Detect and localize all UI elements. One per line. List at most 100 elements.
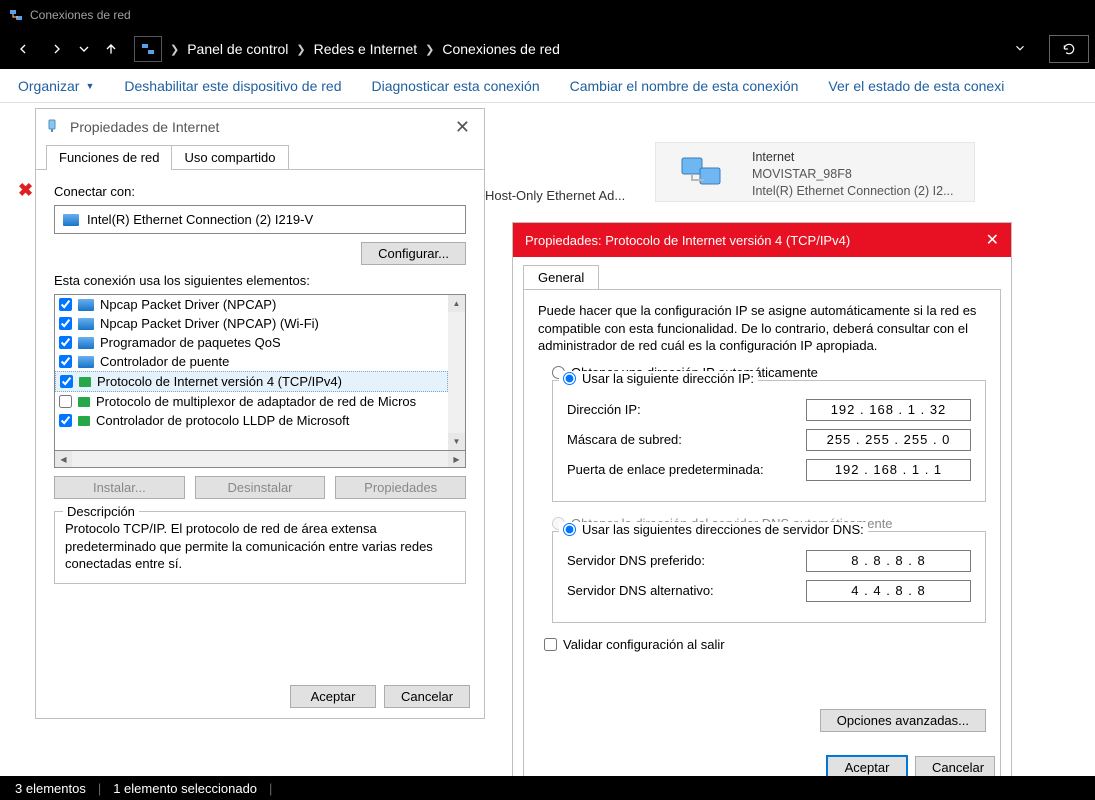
status-item-count: 3 elementos <box>15 781 86 796</box>
list-item: Npcap Packet Driver (NPCAP) (Wi-Fi) <box>55 314 448 333</box>
cmd-organize[interactable]: Organizar▼ <box>18 78 94 94</box>
tab-general[interactable]: General <box>523 265 599 289</box>
status-separator: | <box>269 781 272 796</box>
list-item: Controlador de protocolo LLDP de Microso… <box>55 411 448 430</box>
forward-button[interactable] <box>42 34 72 64</box>
scroll-down-icon[interactable]: ▼ <box>448 433 465 450</box>
checkbox[interactable] <box>59 395 72 408</box>
up-button[interactable] <box>96 34 126 64</box>
refresh-button[interactable] <box>1049 35 1089 63</box>
breadcrumb: ❯ Panel de control ❯ Redes e Internet ❯ … <box>162 41 1013 57</box>
list-item: Programador de paquetes QoS <box>55 333 448 352</box>
network-item-name: Internet <box>752 149 953 166</box>
radio-input[interactable] <box>563 523 576 536</box>
window-title-bar: Conexiones de red <box>0 0 1095 29</box>
chevron-right-icon: ❯ <box>296 43 305 56</box>
validate-on-exit[interactable]: Validar configuración al salir <box>544 637 986 652</box>
properties-button[interactable]: Propiedades <box>335 476 466 499</box>
bc-dropdown[interactable] <box>1013 41 1027 58</box>
adapter-display: Intel(R) Ethernet Connection (2) I219-V <box>54 205 466 234</box>
adapter-name: Intel(R) Ethernet Connection (2) I219-V <box>87 212 313 227</box>
ipv4-help-text: Puede hacer que la configuración IP se a… <box>538 302 986 355</box>
ok-button[interactable]: Aceptar <box>290 685 376 708</box>
network-conn-icon <box>8 7 24 23</box>
gateway-field[interactable]: 192 . 168 . 1 . 1 <box>806 459 971 481</box>
checkbox[interactable] <box>59 317 72 330</box>
status-bar: 3 elementos | 1 elemento seleccionado | <box>0 776 1095 800</box>
radio-input[interactable] <box>563 372 576 385</box>
list-item: Protocolo de multiplexor de adaptador de… <box>55 392 448 411</box>
cancel-button[interactable]: Cancelar <box>384 685 470 708</box>
gateway-label: Puerta de enlace predeterminada: <box>567 462 806 477</box>
components-listbox[interactable]: Npcap Packet Driver (NPCAP) Npcap Packet… <box>54 294 466 451</box>
back-button[interactable] <box>8 34 38 64</box>
checkbox[interactable] <box>59 298 72 311</box>
ip-manual-group: Usar la siguiente dirección IP: Direcció… <box>552 380 986 502</box>
window-title: Conexiones de red <box>30 8 131 22</box>
tab-network-functions[interactable]: Funciones de red <box>46 145 172 169</box>
uses-elements-label: Esta conexión usa los siguientes element… <box>54 273 466 288</box>
network-item-info: Internet MOVISTAR_98F8 Intel(R) Ethernet… <box>746 143 959 201</box>
horizontal-scrollbar[interactable]: ◀ ▶ <box>54 451 466 468</box>
driver-icon <box>78 318 94 330</box>
network-adapter-icon <box>656 143 746 201</box>
protocol-icon <box>79 377 91 387</box>
dns-alternate-field[interactable]: 4 . 4 . 8 . 8 <box>806 580 971 602</box>
radio-dns-manual[interactable]: Usar las siguientes direcciones de servi… <box>563 522 864 537</box>
subnet-mask-field[interactable]: 255 . 255 . 255 . 0 <box>806 429 971 451</box>
radio-ip-manual[interactable]: Usar la siguiente dirección IP: <box>563 371 754 386</box>
description-text: Protocolo TCP/IP. El protocolo de red de… <box>65 520 455 573</box>
cmd-disable-device[interactable]: Deshabilitar este dispositivo de red <box>124 78 341 94</box>
breadcrumb-root-icon[interactable] <box>134 36 162 62</box>
list-item: Npcap Packet Driver (NPCAP) <box>55 295 448 314</box>
description-legend: Descripción <box>63 504 139 519</box>
ip-address-label: Dirección IP: <box>567 402 806 417</box>
scroll-left-icon[interactable]: ◀ <box>55 451 72 467</box>
cmd-diagnose[interactable]: Diagnosticar esta conexión <box>372 78 540 94</box>
checkbox[interactable] <box>60 375 73 388</box>
checkbox[interactable] <box>59 414 72 427</box>
close-button[interactable]: ✕ <box>451 113 474 142</box>
dialog1-title: Propiedades de Internet <box>70 119 219 135</box>
dns-manual-group: Usar las siguientes direcciones de servi… <box>552 531 986 623</box>
chevron-right-icon: ❯ <box>170 43 179 56</box>
dialog-ipv4-properties: Propiedades: Protocolo de Internet versi… <box>512 222 1012 792</box>
description-group: Descripción Protocolo TCP/IP. El protoco… <box>54 511 466 584</box>
dialog1-title-bar: Propiedades de Internet ✕ <box>36 109 484 145</box>
scroll-right-icon[interactable]: ▶ <box>448 451 465 467</box>
nav-bar: ❯ Panel de control ❯ Redes e Internet ❯ … <box>0 29 1095 69</box>
list-item-selected: Protocolo de Internet versión 4 (TCP/IPv… <box>55 371 448 392</box>
breadcrumb-item[interactable]: Panel de control <box>187 41 288 57</box>
history-dropdown[interactable] <box>76 34 92 64</box>
checkbox[interactable] <box>59 355 72 368</box>
uninstall-button[interactable]: Desinstalar <box>195 476 326 499</box>
cmd-rename[interactable]: Cambiar el nombre de esta conexión <box>570 78 799 94</box>
close-button[interactable]: ✕ <box>986 230 999 250</box>
breadcrumb-item[interactable]: Redes e Internet <box>314 41 418 57</box>
network-item-internet[interactable]: Internet MOVISTAR_98F8 Intel(R) Ethernet… <box>655 142 975 202</box>
dns-preferred-field[interactable]: 8 . 8 . 8 . 8 <box>806 550 971 572</box>
driver-icon <box>78 356 94 368</box>
connect-with-label: Conectar con: <box>54 184 466 199</box>
adapter-small-icon <box>46 118 62 137</box>
disabled-x-icon: ✖ <box>18 180 33 201</box>
chevron-down-icon: ▼ <box>85 81 94 91</box>
adapter-mini-icon <box>63 214 79 226</box>
tab-sharing[interactable]: Uso compartido <box>171 145 288 169</box>
command-bar: Organizar▼ Deshabilitar este dispositivo… <box>0 69 1095 103</box>
host-only-adapter-label: Host-Only Ethernet Ad... <box>485 188 625 203</box>
advanced-options-button[interactable]: Opciones avanzadas... <box>820 709 986 732</box>
protocol-icon <box>78 416 90 426</box>
scroll-up-icon[interactable]: ▲ <box>448 295 465 312</box>
checkbox[interactable] <box>59 336 72 349</box>
dialog-internet-properties: Propiedades de Internet ✕ Funciones de r… <box>35 108 485 719</box>
vertical-scrollbar[interactable]: ▲ ▼ <box>448 295 465 450</box>
cmd-view-status[interactable]: Ver el estado de esta conexi <box>828 78 1004 94</box>
dns-preferred-label: Servidor DNS preferido: <box>567 553 806 568</box>
checkbox[interactable] <box>544 638 557 651</box>
configure-button[interactable]: Configurar... <box>361 242 466 265</box>
chevron-right-icon: ❯ <box>425 43 434 56</box>
install-button[interactable]: Instalar... <box>54 476 185 499</box>
ip-address-field[interactable]: 192 . 168 . 1 . 32 <box>806 399 971 421</box>
breadcrumb-item[interactable]: Conexiones de red <box>442 41 560 57</box>
